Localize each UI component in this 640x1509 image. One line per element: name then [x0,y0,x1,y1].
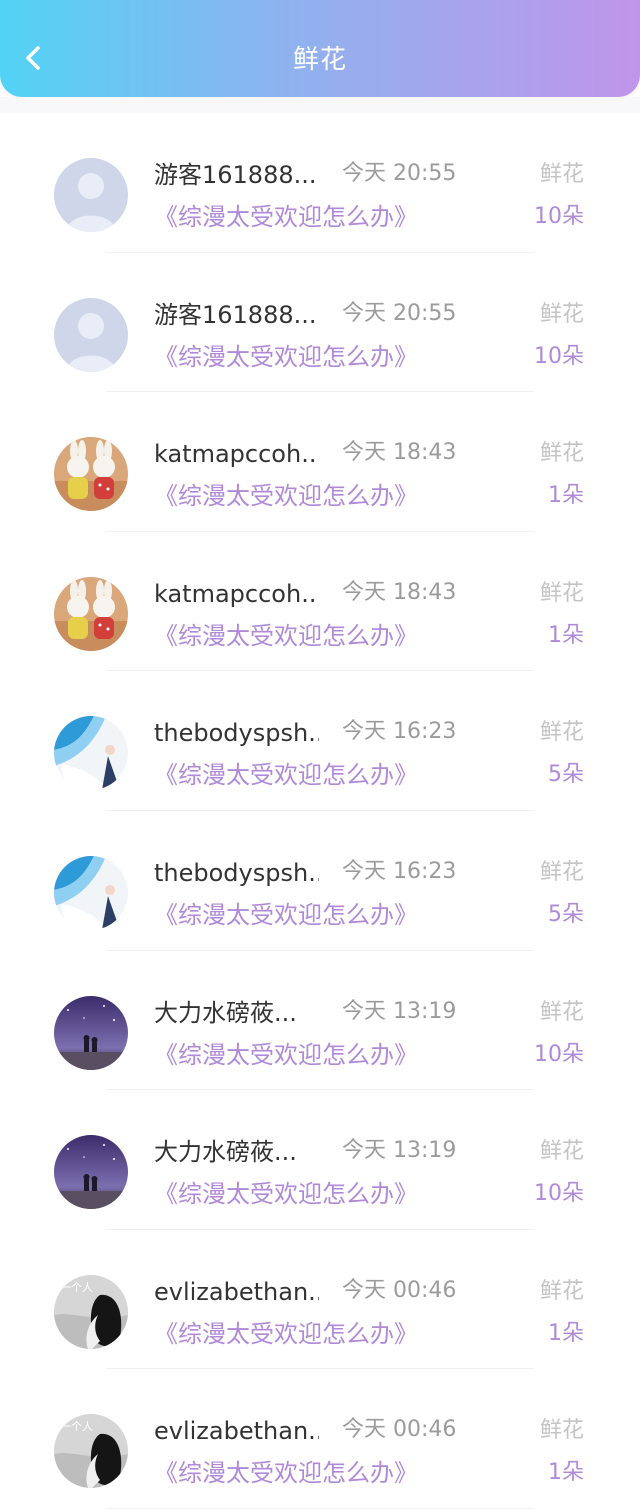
gift-type-label: 鲜花 [539,1139,584,1165]
user-name: katmapccoh... [154,440,319,469]
book-title[interactable]: 《综漫太受欢迎怎么办》 [154,479,418,513]
book-title[interactable]: 《综漫太受欢迎怎么办》 [154,1317,418,1351]
gift-time: 今天 16:23 [342,858,457,884]
user-name: 游客161888... [154,161,317,189]
list-item[interactable]: thebodyspsh... 今天 16:23 《综漫太受欢迎怎么办》 鲜花 5朵 [0,671,640,811]
list-item[interactable]: 大力水磅莜... 今天 13:19 《综漫太受欢迎怎么办》 鲜花 10朵 [0,1090,640,1230]
avatar[interactable]: 一个人 [54,1274,128,1349]
avatar[interactable] [54,437,128,512]
list-item[interactable]: 游客161888... 今天 20:55 《综漫太受欢迎怎么办》 鲜花 10朵 [0,113,640,253]
user-name: katmapccoh... [154,579,319,608]
book-title[interactable]: 《综漫太受欢迎怎么办》 [154,898,418,932]
avatar[interactable] [54,576,128,651]
avatar[interactable] [54,855,128,930]
user-name: evlizabethan... [154,1277,319,1306]
user-name: evlizabethan... [154,1417,319,1446]
list-item[interactable]: 大力水磅莜... 今天 13:19 《综漫太受欢迎怎么办》 鲜花 10朵 [0,951,640,1091]
gift-type-label: 鲜花 [539,162,584,187]
gift-type-label: 鲜花 [539,301,584,327]
gift-count: 1朵 [548,622,584,648]
list-item[interactable]: katmapccoh... 今天 18:43 《综漫太受欢迎怎么办》 鲜花 1朵 [0,532,640,672]
list-item[interactable]: 一个人 evlizabethan... 今天 00:46 《综漫太受欢迎怎么办》 鲜花 1… [0,1230,640,1370]
avatar[interactable] [54,995,128,1070]
avatar[interactable] [54,158,128,232]
gift-time: 今天 20:55 [342,161,457,186]
page-title: 鲜花 [292,45,347,75]
gift-time: 今天 00:46 [342,1417,457,1443]
avatar[interactable] [54,1135,128,1210]
gift-count: 10朵 [534,343,584,369]
gift-count: 1朵 [548,1460,584,1486]
gift-count: 1朵 [548,483,584,509]
gift-count: 10朵 [534,1181,584,1207]
user-name: 游客161888... [154,300,317,329]
book-title[interactable]: 《综漫太受欢迎怎么办》 [154,1456,418,1490]
gift-count: 5朵 [548,901,584,927]
gift-time: 今天 00:46 [342,1277,457,1303]
avatar[interactable] [54,716,128,791]
user-name: 大力水磅莜... [154,1138,297,1167]
list-item[interactable]: 游客161888... 今天 20:55 《综漫太受欢迎怎么办》 鲜花 10朵 [0,253,640,393]
user-name: 大力水磅莜... [154,998,297,1027]
header-gap [0,97,640,113]
gift-list: 游客161888... 今天 20:55 《综漫太受欢迎怎么办》 鲜花 10朵 游客161… [0,113,640,1509]
gift-time: 今天 18:43 [342,579,457,605]
gift-type-label: 鲜花 [539,580,584,606]
gift-type-label: 鲜花 [539,1278,584,1304]
book-title[interactable]: 《综漫太受欢迎怎么办》 [154,619,418,653]
gift-count: 10朵 [534,1041,584,1067]
user-name: thebodyspsh... [154,858,319,887]
gift-type-label: 鲜花 [539,720,584,746]
book-title[interactable]: 《综漫太受欢迎怎么办》 [154,1038,418,1072]
gift-count: 5朵 [548,762,584,788]
avatar[interactable]: 一个人 [54,1414,128,1489]
avatar[interactable] [54,297,128,372]
gift-type-label: 鲜花 [539,999,584,1025]
avatar-caption: 一个人 [60,1420,93,1433]
list-item[interactable]: thebodyspsh... 今天 16:23 《综漫太受欢迎怎么办》 鲜花 5朵 [0,811,640,951]
book-title[interactable]: 《综漫太受欢迎怎么办》 [154,340,418,374]
book-title[interactable]: 《综漫太受欢迎怎么办》 [154,758,418,792]
gift-time: 今天 18:43 [342,440,457,466]
gift-count: 1朵 [548,1320,584,1346]
list-item[interactable]: katmapccoh... 今天 18:43 《综漫太受欢迎怎么办》 鲜花 1朵 [0,392,640,532]
book-title[interactable]: 《综漫太受欢迎怎么办》 [154,1177,418,1211]
top-bar: 鲜花 [0,0,640,97]
list-item[interactable]: 一个人 evlizabethan... 今天 00:46 《综漫太受欢迎怎么办》 鲜花 1… [0,1369,640,1509]
gift-count: 10朵 [534,204,584,229]
gift-type-label: 鲜花 [539,441,584,467]
gift-time: 今天 20:55 [342,300,457,326]
gift-time: 今天 13:19 [342,998,457,1024]
avatar-caption: 一个人 [60,1281,93,1294]
gift-time: 今天 13:19 [342,1138,457,1164]
book-title[interactable]: 《综漫太受欢迎怎么办》 [154,200,418,234]
user-name: thebodyspsh... [154,719,319,748]
gift-type-label: 鲜花 [539,859,584,885]
gift-type-label: 鲜花 [539,1418,584,1444]
gift-time: 今天 16:23 [342,719,457,745]
